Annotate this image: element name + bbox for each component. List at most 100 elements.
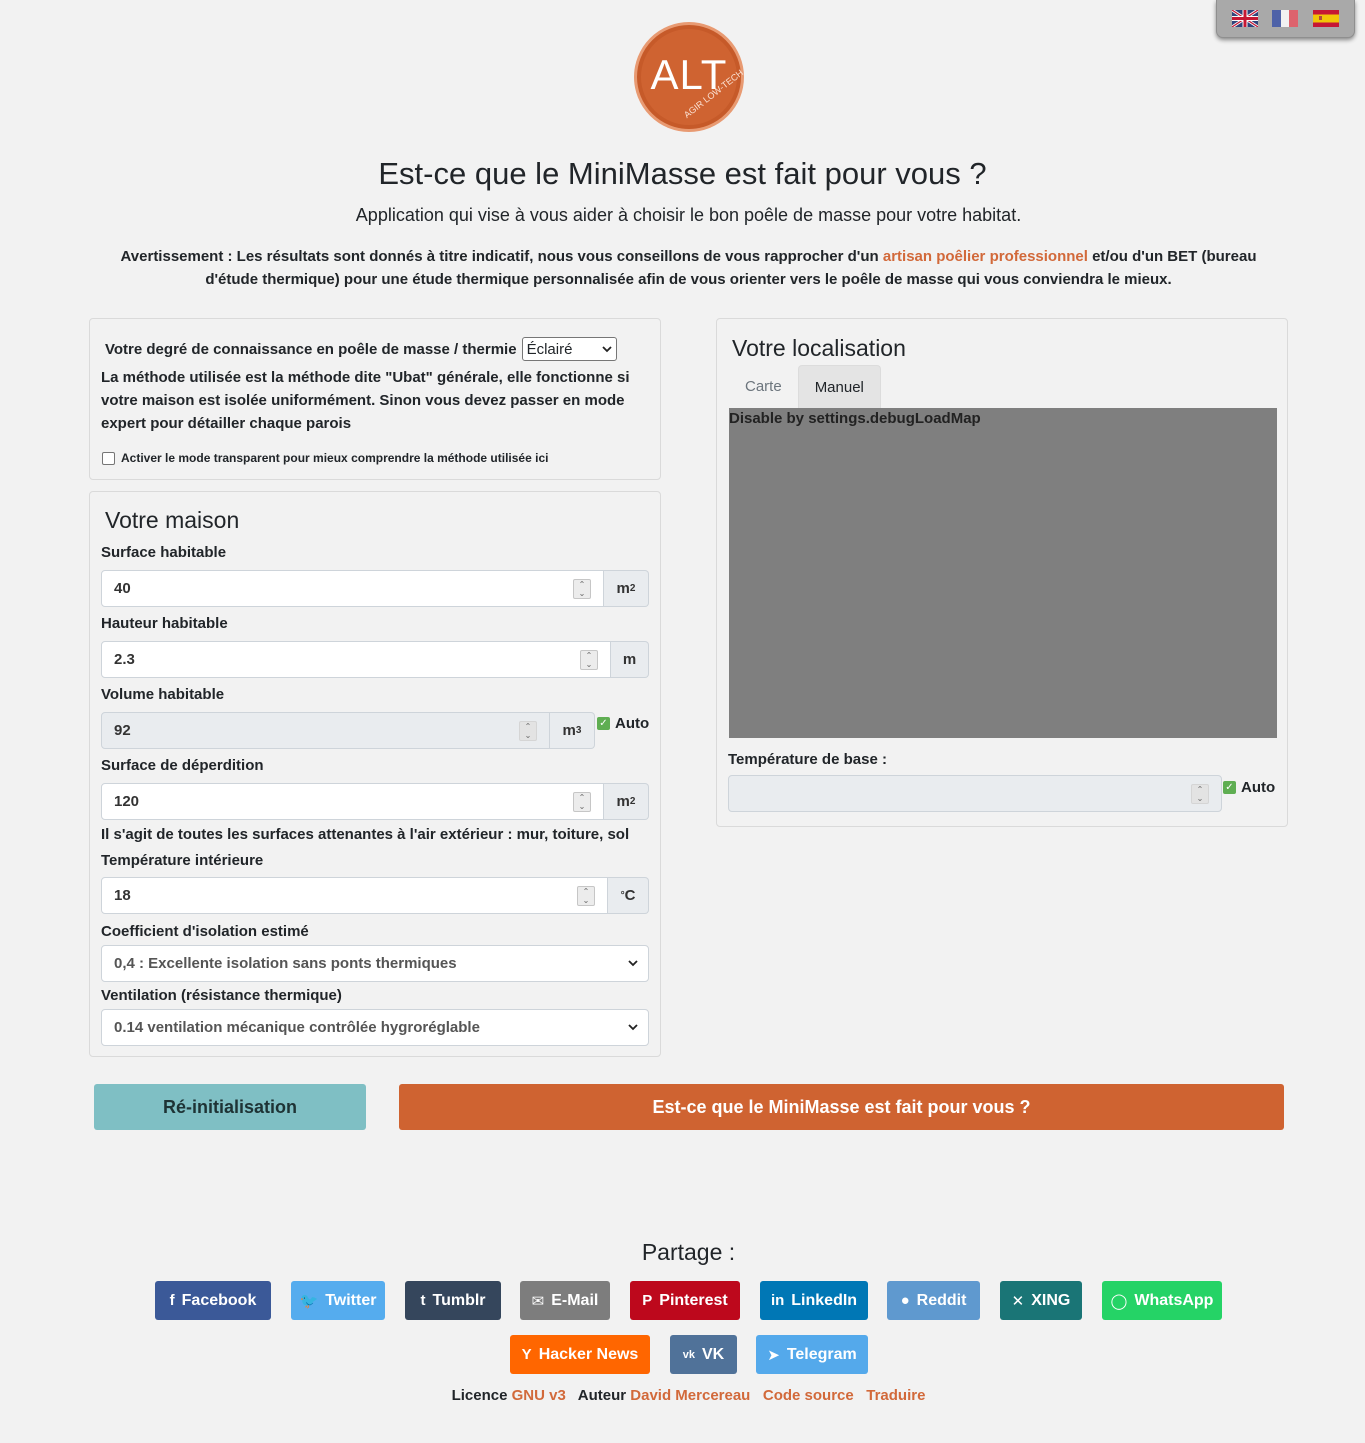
share-tumblr-label: Tumblr xyxy=(432,1291,486,1309)
chevron-down-icon xyxy=(628,1024,638,1031)
xing-icon: ✕ xyxy=(1011,1292,1025,1310)
tab-carte[interactable]: Carte xyxy=(729,365,798,408)
loss-surface-unit: m2 xyxy=(604,783,649,820)
share-tumblr-button[interactable]: t Tumblr xyxy=(405,1281,501,1320)
spinner-icon: ⌃ ⌄ xyxy=(519,720,537,741)
spinner-icon[interactable]: ⌃ ⌄ xyxy=(573,791,591,812)
indoor-temp-group: 18 ⌃ ⌄ ° C xyxy=(101,877,649,915)
source-code-link[interactable]: Code source xyxy=(763,1387,854,1404)
ventilation-select[interactable]: 0.14 ventilation mécanique contrôlée hyg… xyxy=(101,1009,649,1046)
transparent-mode-label: Activer le mode transparent pour mieux c… xyxy=(121,451,549,465)
linkedin-icon: in xyxy=(770,1292,785,1309)
share-whatsapp-button[interactable]: ◯ WhatsApp xyxy=(1102,1281,1222,1320)
alt-logo: ALT AGIR LOW-TECH xyxy=(634,22,745,132)
author-label: Auteur xyxy=(577,1387,627,1404)
volume-value: 92 xyxy=(114,722,131,739)
volume-auto[interactable]: ✓ Auto xyxy=(597,715,649,732)
reddit-icon: ● xyxy=(900,1292,910,1309)
share-whatsapp-label: WhatsApp xyxy=(1134,1291,1214,1309)
surface-label: Surface habitable xyxy=(101,544,227,561)
surface-input[interactable]: 40 ⌃ ⌄ xyxy=(101,570,604,607)
volume-input[interactable]: 92 ⌃ ⌄ xyxy=(101,712,550,749)
knowledge-card: Votre degré de connaissance en poêle de … xyxy=(89,318,661,480)
hackernews-icon: Y xyxy=(521,1346,532,1363)
spinner-icon[interactable]: ⌃ ⌄ xyxy=(580,649,598,670)
map-message: Disable by settings.debugLoadMap xyxy=(729,410,981,427)
tab-manuel[interactable]: Manuel xyxy=(797,365,881,408)
method-description: La méthode utilisée est la méthode dite … xyxy=(101,369,630,432)
indoor-temp-value: 18 xyxy=(114,887,131,904)
checkmark-icon[interactable]: ✓ xyxy=(1223,781,1236,794)
spinner-icon[interactable]: ⌃ ⌄ xyxy=(577,885,595,906)
insulation-value: 0,4 : Excellente isolation sans ponts th… xyxy=(114,955,457,972)
share-twitter-button[interactable]: 🐦 Twitter xyxy=(291,1281,385,1320)
share-vk-label: VK xyxy=(702,1345,725,1363)
fr-flag-icon[interactable] xyxy=(1272,10,1299,27)
knowledge-row: Votre degré de connaissance en poêle de … xyxy=(105,337,617,361)
share-xing-button[interactable]: ✕ XING xyxy=(1000,1281,1082,1320)
warning-before: Avertissement : Les résultats sont donné… xyxy=(120,248,883,265)
share-facebook-label: Facebook xyxy=(181,1291,257,1309)
share-linkedin-label: LinkedIn xyxy=(791,1291,858,1309)
whatsapp-icon: ◯ xyxy=(1110,1292,1128,1310)
share-facebook-button[interactable]: f Facebook xyxy=(155,1281,271,1320)
share-pinterest-label: Pinterest xyxy=(659,1291,728,1309)
height-unit: m xyxy=(611,641,649,678)
checkmark-icon[interactable]: ✓ xyxy=(597,717,610,730)
knowledge-label: Votre degré de connaissance en poêle de … xyxy=(105,340,517,358)
loss-surface-label: Surface de déperdition xyxy=(101,757,264,774)
licence-link[interactable]: GNU v3 xyxy=(512,1387,566,1404)
author-link[interactable]: David Mercereau xyxy=(630,1387,750,1404)
insulation-label: Coefficient d'isolation estimé xyxy=(101,923,309,940)
knowledge-level-select[interactable]: Éclairé xyxy=(521,337,617,361)
ventilation-label: Ventilation (résistance thermique) xyxy=(101,987,342,1004)
artisan-link[interactable]: artisan poêlier professionnel xyxy=(883,248,1088,265)
share-pinterest-button[interactable]: P Pinterest xyxy=(630,1281,740,1320)
surface-unit: m2 xyxy=(604,570,649,607)
page-title: Est-ce que le MiniMasse est fait pour vo… xyxy=(378,156,987,191)
reset-button[interactable]: Ré-initialisation xyxy=(94,1084,366,1130)
loss-surface-help: Il s'agit de toutes les surfaces attenan… xyxy=(101,826,630,843)
uk-flag-icon[interactable] xyxy=(1232,10,1259,27)
spinner-icon[interactable]: ⌃ ⌄ xyxy=(573,578,591,599)
loss-surface-input[interactable]: 120 ⌃ ⌄ xyxy=(101,783,604,820)
share-vk-button[interactable]: vk VK xyxy=(670,1335,737,1374)
logo-text: ALT xyxy=(650,51,728,98)
transparent-mode-row: Activer le mode transparent pour mieux c… xyxy=(102,451,548,465)
pinterest-icon: P xyxy=(642,1292,653,1309)
indoor-temp-input[interactable]: 18 ⌃ ⌄ xyxy=(101,877,608,914)
location-card: Votre localisation Carte Manuel Disable … xyxy=(716,318,1288,827)
base-temp-auto-label: Auto xyxy=(1241,779,1276,796)
share-hackernews-button[interactable]: Y Hacker News xyxy=(510,1335,650,1374)
es-flag-icon[interactable] xyxy=(1312,10,1339,27)
translate-link[interactable]: Traduire xyxy=(866,1387,925,1404)
submit-button[interactable]: Est-ce que le MiniMasse est fait pour vo… xyxy=(399,1084,1284,1130)
share-linkedin-button[interactable]: in LinkedIn xyxy=(760,1281,868,1320)
base-temp-auto[interactable]: ✓ Auto xyxy=(1223,779,1275,796)
twitter-icon: 🐦 xyxy=(299,1292,319,1310)
tumblr-icon: t xyxy=(420,1292,426,1309)
location-card-title: Votre localisation xyxy=(732,335,906,361)
base-temp-group: ⌃ ⌄ xyxy=(728,775,1222,813)
share-hackernews-label: Hacker News xyxy=(538,1345,639,1363)
transparent-mode-checkbox[interactable] xyxy=(102,451,115,465)
height-input[interactable]: 2.3 ⌃ ⌄ xyxy=(101,641,611,678)
telegram-icon: ➤ xyxy=(767,1346,780,1364)
volume-unit: m3 xyxy=(550,712,595,749)
knowledge-level-value: Éclairé xyxy=(526,340,573,358)
loss-surface-group: 120 ⌃ ⌄ m2 xyxy=(101,783,649,821)
warning-text: Avertissement : Les résultats sont donné… xyxy=(96,245,1281,291)
base-temp-input[interactable]: ⌃ ⌄ xyxy=(728,775,1222,812)
share-telegram-button[interactable]: ➤ Telegram xyxy=(756,1335,868,1374)
ventilation-value: 0.14 ventilation mécanique contrôlée hyg… xyxy=(114,1019,480,1036)
share-reddit-label: Reddit xyxy=(916,1291,967,1309)
share-twitter-label: Twitter xyxy=(325,1291,377,1309)
share-reddit-button[interactable]: ● Reddit xyxy=(887,1281,980,1320)
page-subtitle: Application qui vise à vous aider à choi… xyxy=(355,205,1022,225)
spinner-icon: ⌃ ⌄ xyxy=(1191,783,1209,804)
map-area[interactable]: Disable by settings.debugLoadMap xyxy=(729,408,1277,738)
volume-label: Volume habitable xyxy=(101,686,225,703)
insulation-select[interactable]: 0,4 : Excellente isolation sans ponts th… xyxy=(101,945,649,982)
share-telegram-label: Telegram xyxy=(786,1345,857,1363)
share-email-button[interactable]: ✉ E-Mail xyxy=(520,1281,610,1320)
